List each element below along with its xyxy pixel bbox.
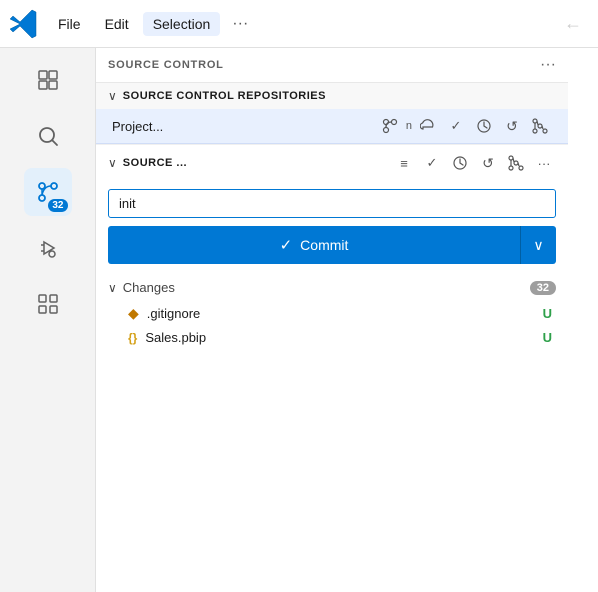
pbip-file-status: U — [543, 330, 552, 345]
commit-message-input[interactable] — [108, 189, 556, 218]
menu-edit[interactable]: Edit — [95, 12, 139, 36]
sidebar-item-explorer[interactable] — [24, 56, 72, 104]
branch-icon[interactable] — [378, 114, 402, 138]
menu-more[interactable]: ··· — [224, 11, 256, 37]
main-layout: 32 SOURCE CONTROL ··· — [0, 48, 598, 592]
repositories-section-title: SOURCE CONTROL REPOSITORIES — [123, 90, 326, 102]
source-section-header: ∨ SOURCE ... ≡ ✓ ↺ — [96, 145, 568, 181]
commit-input-wrap — [108, 189, 556, 218]
gitignore-file-name: .gitignore — [147, 306, 535, 321]
gitignore-file-icon: ◆ — [128, 305, 139, 322]
changes-section: ∨ Changes 32 ◆ .gitignore U {} Sales.pbi… — [96, 274, 568, 353]
repositories-section: ∨ SOURCE CONTROL REPOSITORIES Project... — [96, 83, 568, 145]
commit-button[interactable]: ✓ Commit — [108, 226, 520, 264]
source-section-actions: ≡ ✓ ↺ — [392, 151, 556, 175]
repo-row[interactable]: Project... n — [96, 109, 568, 144]
graph-icon[interactable] — [528, 114, 552, 138]
source-refresh-icon[interactable]: ↺ — [476, 151, 500, 175]
run-debug-icon — [36, 236, 60, 260]
source-more-icon[interactable]: ··· — [532, 151, 556, 175]
commit-arrow-icon: ∨ — [533, 237, 543, 254]
back-button[interactable]: ← — [556, 9, 590, 38]
side-panel: SOURCE CONTROL ··· ∨ SOURCE CONTROL REPO… — [96, 48, 568, 592]
source-graph-icon[interactable] — [504, 151, 528, 175]
source-toggle[interactable]: ∨ — [108, 156, 117, 170]
explorer-icon — [36, 68, 60, 92]
branch-name-label: n — [406, 120, 412, 132]
search-icon — [36, 124, 60, 148]
menu-bar: File Edit Selection ··· — [48, 11, 256, 37]
sidebar-item-extensions[interactable] — [24, 280, 72, 328]
source-control-header: SOURCE CONTROL ··· — [96, 48, 568, 83]
history-icon[interactable] — [472, 114, 496, 138]
title-bar: File Edit Selection ··· ← — [0, 0, 598, 48]
file-item-gitignore[interactable]: ◆ .gitignore U — [96, 301, 568, 326]
gitignore-file-status: U — [543, 306, 552, 321]
source-control-more-button[interactable]: ··· — [540, 56, 556, 74]
source-control-badge: 32 — [48, 199, 67, 212]
repositories-toggle[interactable]: ∨ — [108, 89, 117, 103]
commit-button-wrap: ✓ Commit ∨ — [108, 226, 556, 264]
stage-all-icon[interactable]: ≡ — [392, 151, 416, 175]
file-list: ◆ .gitignore U {} Sales.pbip U — [96, 301, 568, 353]
repo-actions: n ✓ ↺ — [378, 114, 552, 138]
pbip-file-icon: {} — [128, 331, 137, 345]
menu-selection[interactable]: Selection — [143, 12, 221, 36]
commit-all-check-icon[interactable]: ✓ — [420, 151, 444, 175]
source-section: ∨ SOURCE ... ≡ ✓ ↺ — [96, 145, 568, 353]
commit-button-label: Commit — [300, 237, 348, 253]
sidebar-item-source-control[interactable]: 32 — [24, 168, 72, 216]
changes-count-badge: 32 — [530, 281, 556, 295]
source-section-title: SOURCE ... — [123, 157, 187, 169]
pbip-file-name: Sales.pbip — [145, 330, 534, 345]
check-icon[interactable]: ✓ — [444, 114, 468, 138]
repo-name: Project... — [112, 119, 163, 134]
changes-label: Changes — [123, 280, 175, 295]
refresh-icon[interactable]: ↺ — [500, 114, 524, 138]
sidebar-item-run-debug[interactable] — [24, 224, 72, 272]
activity-bar: 32 — [0, 48, 96, 592]
changes-toggle[interactable]: ∨ — [108, 281, 117, 295]
commit-check-icon: ✓ — [280, 236, 293, 254]
file-item-pbip[interactable]: {} Sales.pbip U — [96, 326, 568, 349]
repositories-section-header: ∨ SOURCE CONTROL REPOSITORIES — [96, 83, 568, 109]
vscode-logo — [8, 8, 40, 40]
menu-file[interactable]: File — [48, 12, 91, 36]
commit-dropdown-button[interactable]: ∨ — [520, 226, 556, 264]
sidebar-item-search[interactable] — [24, 112, 72, 160]
source-control-title: SOURCE CONTROL — [108, 59, 224, 71]
cloud-icon[interactable] — [416, 114, 440, 138]
changes-header: ∨ Changes 32 — [96, 274, 568, 301]
extensions-icon — [36, 292, 60, 316]
source-history-icon[interactable] — [448, 151, 472, 175]
